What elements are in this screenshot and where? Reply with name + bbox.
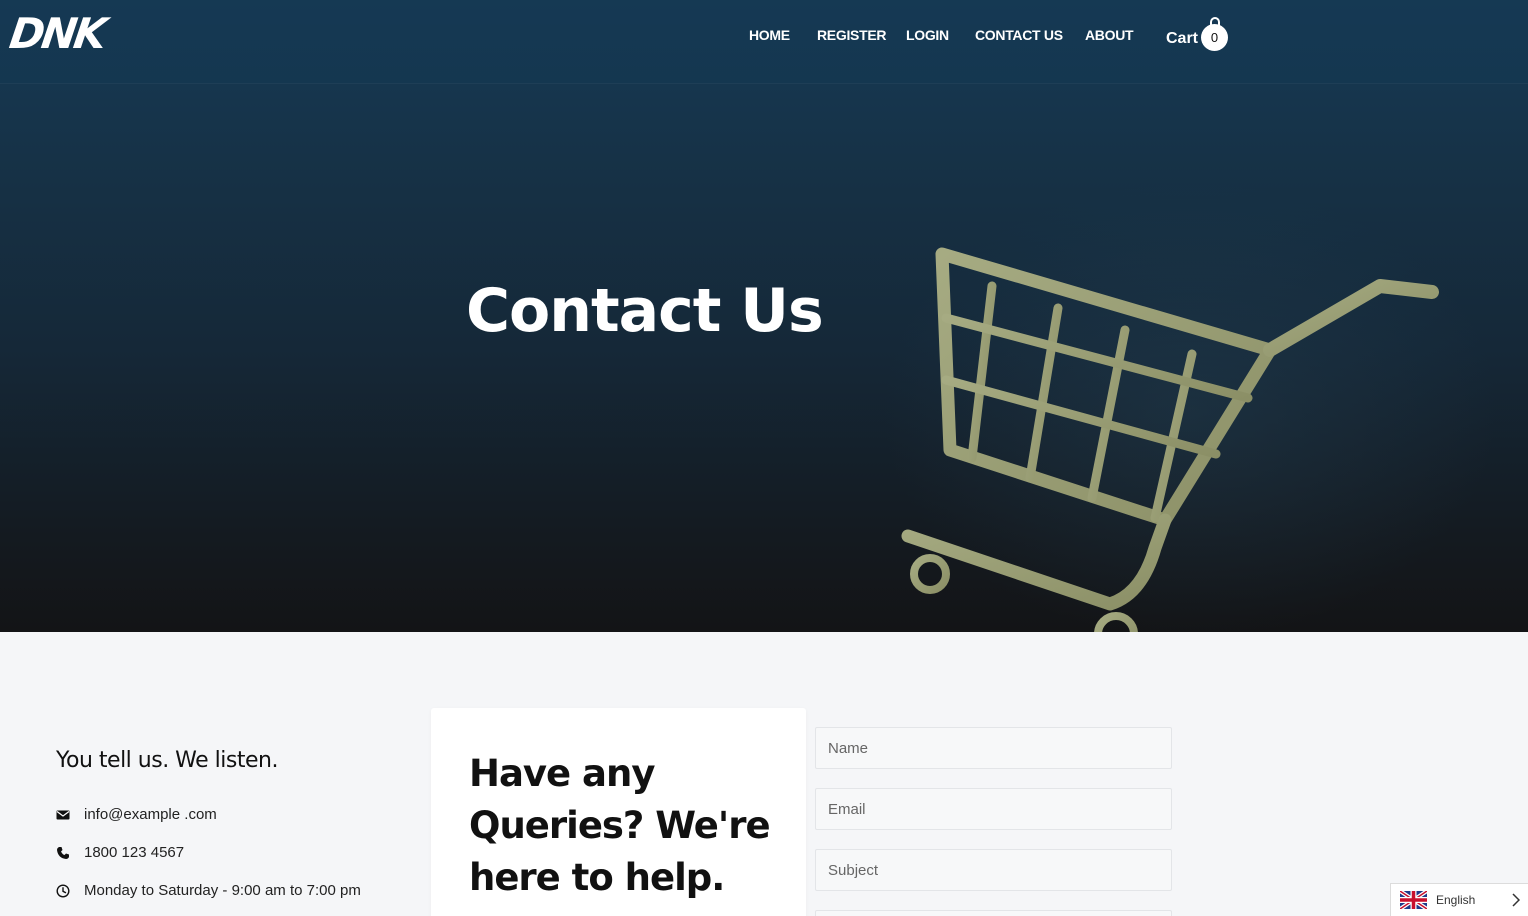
contact-info: You tell us. We listen. info@example .co… [56,748,396,899]
language-switcher[interactable]: English [1390,883,1528,916]
page-title: Contact Us [466,276,824,346]
nav-home[interactable]: HOME [749,27,790,43]
nav-contact-us[interactable]: CONTACT US [975,27,1063,43]
subject-input[interactable] [815,849,1172,891]
nav-login[interactable]: LOGIN [906,27,949,43]
envelope-icon [56,810,70,819]
clock-icon [56,883,70,898]
queries-card: Have any Queries? We're here to help. [431,708,806,916]
contact-hours-row: Monday to Saturday - 9:00 am to 7:00 pm [56,882,361,899]
cart-label: Cart [1166,30,1199,47]
chevron-right-icon [1512,893,1520,907]
uk-flag-icon [1400,891,1427,909]
contact-email[interactable]: info@example .com [84,806,217,823]
logo-text: DNK [6,9,108,58]
shopping-cart-illustration [901,247,1439,632]
phone-icon [57,846,69,859]
site-header: DNK HOME REGISTER LOGIN CONTACT US ABOUT… [0,0,1528,84]
contact-hours: Monday to Saturday - 9:00 am to 7:00 pm [84,882,361,899]
language-label: English [1436,893,1476,907]
name-input[interactable] [815,727,1172,769]
contact-email-row: info@example .com [56,806,217,823]
cart-button[interactable]: Cart 0 [1166,17,1228,52]
queries-heading: Have any Queries? We're here to help. [469,752,771,899]
contact-phone-row: 1800 123 4567 [56,844,184,861]
dnk-logo[interactable]: DNK [7,8,120,60]
message-field[interactable] [815,910,1172,916]
contact-tagline: You tell us. We listen. [56,748,278,773]
cart-count-badge: 0 [1201,24,1228,51]
email-input[interactable] [815,788,1172,830]
hero-banner: DNK HOME REGISTER LOGIN CONTACT US ABOUT… [0,0,1528,632]
contact-phone[interactable]: 1800 123 4567 [84,844,184,861]
nav-about[interactable]: ABOUT [1085,27,1134,43]
nav-register[interactable]: REGISTER [817,27,886,43]
